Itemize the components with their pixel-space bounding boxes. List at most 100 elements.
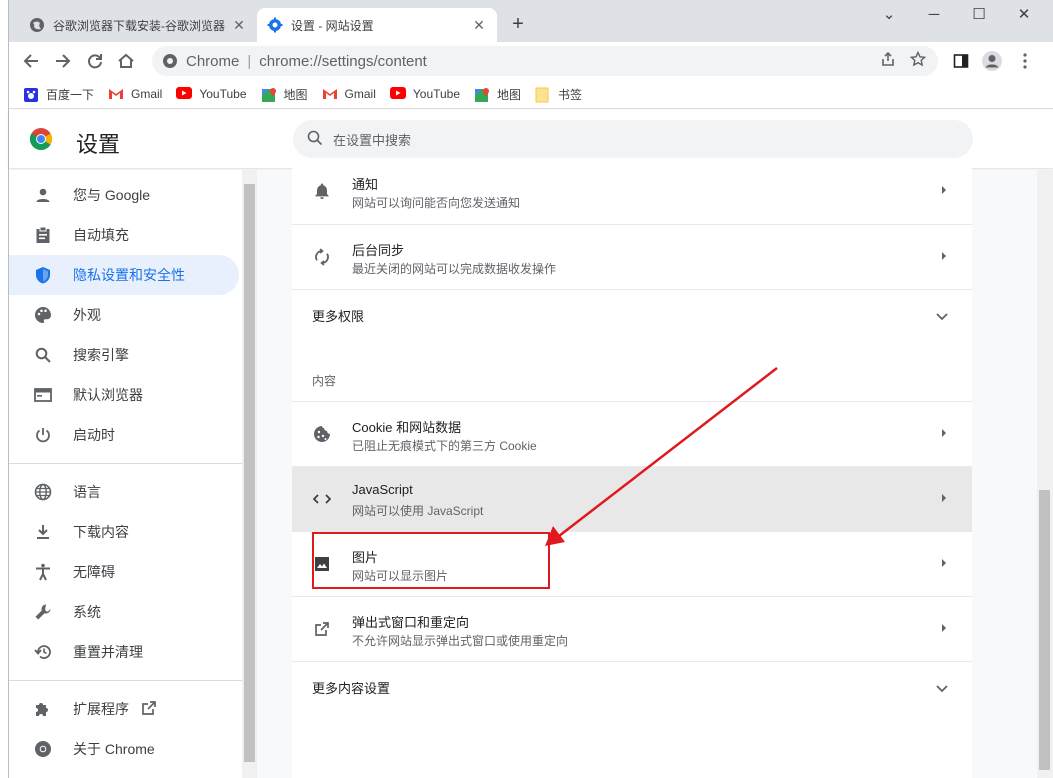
setting-row-popups[interactable]: 弹出式窗口和重定向 不允许网站显示弹出式窗口或使用重定向 bbox=[292, 596, 972, 661]
scrollbar-thumb[interactable] bbox=[244, 184, 255, 762]
folder-icon bbox=[535, 87, 551, 103]
close-window-button[interactable]: ✕ bbox=[1002, 4, 1046, 26]
power-icon bbox=[33, 425, 53, 445]
maximize-button[interactable]: ☐ bbox=[957, 4, 1001, 26]
sidebar-item-search-engine[interactable]: 搜索引擎 bbox=[9, 335, 239, 375]
section-label-content: 内容 bbox=[312, 374, 337, 388]
share-icon[interactable] bbox=[880, 51, 896, 71]
chrome-icon bbox=[33, 739, 53, 759]
sidebar-scrollbar[interactable] bbox=[242, 170, 257, 778]
setting-row-background-sync[interactable]: 后台同步 最近关闭的网站可以完成数据收发操作 bbox=[292, 224, 972, 289]
code-icon bbox=[312, 489, 332, 509]
sidebar-item-label: 语言 bbox=[73, 484, 101, 500]
star-icon[interactable] bbox=[909, 50, 927, 71]
person-icon bbox=[33, 185, 53, 205]
bookmark-label: Gmail bbox=[131, 87, 163, 101]
side-panel-button[interactable] bbox=[948, 48, 974, 74]
back-button[interactable] bbox=[18, 48, 44, 74]
bookmark-label: 书签 bbox=[558, 87, 583, 102]
sidebar-item-downloads[interactable]: 下载内容 bbox=[9, 512, 239, 552]
bookmark-label: 地图 bbox=[497, 87, 522, 102]
bookmark-label: YouTube bbox=[412, 87, 461, 101]
sidebar-item-appearance[interactable]: 外观 bbox=[9, 295, 239, 335]
search-icon bbox=[307, 130, 323, 149]
url-separator: | bbox=[247, 52, 252, 70]
tab-title: 设置 - 网站设置 bbox=[291, 18, 374, 33]
toolbar: Chrome | chrome://settings/content bbox=[9, 42, 1053, 80]
sidebar-item-autofill[interactable]: 自动填充 bbox=[9, 215, 239, 255]
row-subtitle: 最近关闭的网站可以完成数据收发操作 bbox=[352, 262, 557, 276]
download-icon bbox=[33, 522, 53, 542]
setting-row-notifications[interactable]: 通知 网站可以询问能否向您发送通知 bbox=[292, 159, 972, 224]
shield-icon bbox=[33, 265, 53, 285]
row-title: 后台同步 bbox=[352, 243, 405, 258]
minimize-button[interactable]: ─ bbox=[912, 4, 956, 26]
sidebar-item-label: 您与 Google bbox=[73, 187, 151, 203]
tab-close-icon[interactable]: ✕ bbox=[471, 17, 487, 34]
chevron-down-icon bbox=[936, 309, 948, 324]
bookmark-youtube[interactable]: YouTube bbox=[389, 87, 461, 101]
sidebar-item-you-and-google[interactable]: 您与 Google bbox=[9, 175, 239, 215]
settings-search-input[interactable]: 在设置中搜索 bbox=[293, 120, 973, 158]
sidebar-item-label: 默认浏览器 bbox=[73, 387, 143, 403]
chevron-right-icon bbox=[940, 490, 948, 506]
bookmark-gmail[interactable]: Gmail bbox=[322, 87, 376, 101]
main-scrollbar[interactable] bbox=[1037, 170, 1053, 778]
bookmark-gmail[interactable]: Gmail bbox=[108, 87, 162, 101]
sidebar-item-accessibility[interactable]: 无障碍 bbox=[9, 552, 239, 592]
bookmark-baidu[interactable]: 百度一下 bbox=[23, 86, 94, 103]
bookmark-maps[interactable]: 地图 bbox=[474, 86, 521, 103]
reload-icon bbox=[88, 54, 102, 69]
address-bar[interactable]: Chrome | chrome://settings/content bbox=[152, 46, 938, 76]
bookmark-label: YouTube bbox=[199, 87, 247, 101]
more-content-settings-expander[interactable]: 更多内容设置 bbox=[292, 661, 972, 711]
sidebar-item-system[interactable]: 系统 bbox=[9, 592, 239, 632]
scheme-label: Chrome bbox=[186, 52, 240, 70]
sidebar-item-label: 自动填充 bbox=[73, 227, 129, 243]
annotation-arrow-icon bbox=[545, 367, 778, 546]
reload-button[interactable] bbox=[82, 48, 108, 74]
bookmark-youtube[interactable]: YouTube bbox=[176, 87, 247, 101]
bookmark-label: 地图 bbox=[283, 87, 308, 102]
bookmark-label: 百度一下 bbox=[46, 87, 95, 102]
menu-button[interactable] bbox=[1012, 48, 1038, 74]
accessibility-icon bbox=[33, 562, 53, 582]
tab-title: 谷歌浏览器下载安装-谷歌浏览器 bbox=[53, 18, 225, 33]
row-subtitle: 不允许网站显示弹出式窗口或使用重定向 bbox=[352, 634, 569, 648]
sidebar-item-extensions[interactable]: 扩展程序 bbox=[9, 689, 239, 729]
search-icon bbox=[33, 345, 53, 365]
tab-download-page[interactable]: 谷歌浏览器下载安装-谷歌浏览器 ✕ bbox=[19, 8, 257, 42]
bookmark-maps[interactable]: 地图 bbox=[261, 86, 308, 103]
sidebar-item-label: 无障碍 bbox=[73, 564, 115, 580]
avatar-icon bbox=[982, 51, 1002, 71]
globe-icon bbox=[29, 17, 45, 33]
tab-search-icon[interactable]: ⌄ bbox=[867, 4, 911, 26]
sidebar-item-default-browser[interactable]: 默认浏览器 bbox=[9, 375, 239, 415]
home-icon bbox=[118, 53, 134, 68]
bookmark-folder[interactable]: 书签 bbox=[535, 86, 582, 103]
sidebar-item-about-chrome[interactable]: 关于 Chrome bbox=[9, 729, 239, 769]
sidebar-item-privacy[interactable]: 隐私设置和安全性 bbox=[9, 255, 239, 295]
section-heading: 更多权限 bbox=[312, 309, 365, 324]
sidebar-item-label: 外观 bbox=[73, 307, 101, 323]
url-text[interactable]: chrome://settings/content bbox=[259, 53, 427, 70]
new-tab-button[interactable]: + bbox=[507, 13, 529, 35]
browser-icon bbox=[33, 385, 53, 405]
sidebar-divider bbox=[9, 680, 242, 681]
sidebar-item-reset[interactable]: 重置并清理 bbox=[9, 632, 239, 672]
chevron-right-icon bbox=[940, 555, 948, 571]
home-button[interactable] bbox=[113, 48, 139, 74]
profile-button[interactable] bbox=[979, 48, 1005, 74]
chevron-right-icon bbox=[940, 620, 948, 636]
tab-close-icon[interactable]: ✕ bbox=[231, 17, 247, 34]
settings-sidebar: 您与 Google 自动填充 隐私设置和安全性 外观 搜索引擎 默认浏览器 启动… bbox=[9, 170, 242, 778]
forward-button[interactable] bbox=[50, 48, 76, 74]
tab-settings[interactable]: 设置 - 网站设置 ✕ bbox=[257, 8, 497, 42]
chevron-right-icon bbox=[940, 425, 948, 441]
sidebar-item-languages[interactable]: 语言 bbox=[9, 472, 239, 512]
sidebar-item-on-startup[interactable]: 启动时 bbox=[9, 415, 239, 455]
bookmarks-bar: 百度一下 Gmail YouTube 地图 Gmail YouTube 地图 书… bbox=[9, 80, 1053, 109]
sidebar-item-label: 扩展程序 bbox=[73, 701, 129, 717]
scrollbar-thumb[interactable] bbox=[1039, 490, 1050, 770]
more-permissions-expander[interactable]: 更多权限 bbox=[292, 289, 972, 339]
